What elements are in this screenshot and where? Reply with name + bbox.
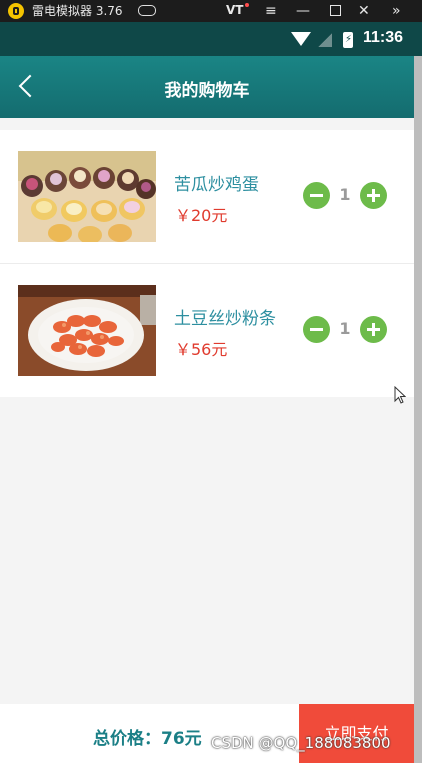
decrease-button[interactable]	[303, 182, 330, 209]
emulator-logo-icon	[8, 3, 24, 19]
minimize-icon[interactable]: —	[296, 1, 310, 21]
increase-button[interactable]	[360, 316, 387, 343]
emulator-titlebar: 雷电模拟器 3.76 VT ≡ — ✕ »	[0, 0, 422, 22]
plus-icon-vertical	[372, 323, 375, 336]
minus-icon	[310, 328, 323, 331]
shrimp-plate-photo	[18, 285, 156, 376]
gamepad-icon[interactable]	[138, 5, 156, 16]
wifi-icon	[291, 32, 311, 46]
vt-notification-dot	[245, 3, 249, 7]
total-price: 总价格：76元	[93, 729, 202, 749]
minus-icon	[310, 194, 323, 197]
vt-label[interactable]: VT	[226, 3, 243, 17]
quantity-stepper: 1	[303, 316, 388, 344]
side-edge	[414, 56, 422, 763]
cart-list: 苦瓜炒鸡蛋 ￥20元 1 土豆丝炒粉条 ￥56元 1	[0, 130, 414, 397]
plus-icon-vertical	[372, 189, 375, 202]
expand-sidebar-icon[interactable]: »	[392, 1, 401, 21]
signal-icon	[318, 33, 332, 47]
emulator-title: 雷电模拟器 3.76	[32, 4, 123, 18]
cart-item[interactable]: 苦瓜炒鸡蛋 ￥20元 1	[0, 130, 414, 264]
item-price: ￥56元	[175, 340, 228, 359]
close-icon[interactable]: ✕	[358, 1, 370, 21]
item-price: ￥20元	[175, 206, 228, 225]
battery-charging-icon: ⚡	[343, 32, 353, 48]
watermark: CSDN @QQ_188083800	[211, 734, 391, 752]
page-title: 我的购物车	[164, 81, 250, 101]
item-name: 土豆丝炒粉条	[174, 309, 276, 329]
cart-item[interactable]: 土豆丝炒粉条 ￥56元 1	[0, 264, 414, 397]
quantity-value: 1	[339, 185, 351, 204]
increase-button[interactable]	[360, 182, 387, 209]
app-header: 我的购物车	[0, 56, 422, 118]
cart-content: 苦瓜炒鸡蛋 ￥20元 1 土豆丝炒粉条 ￥56元 1	[0, 118, 414, 704]
item-name: 苦瓜炒鸡蛋	[174, 175, 259, 195]
mouse-cursor-icon	[394, 386, 406, 404]
status-time: 11:36	[363, 29, 404, 46]
dessert-cups-photo	[18, 151, 156, 242]
status-bar: ⚡ 11:36	[0, 22, 422, 56]
menu-icon[interactable]: ≡	[265, 1, 277, 21]
quantity-stepper: 1	[303, 182, 388, 210]
quantity-value: 1	[339, 319, 351, 338]
maximize-icon[interactable]	[330, 5, 341, 16]
decrease-button[interactable]	[303, 316, 330, 343]
